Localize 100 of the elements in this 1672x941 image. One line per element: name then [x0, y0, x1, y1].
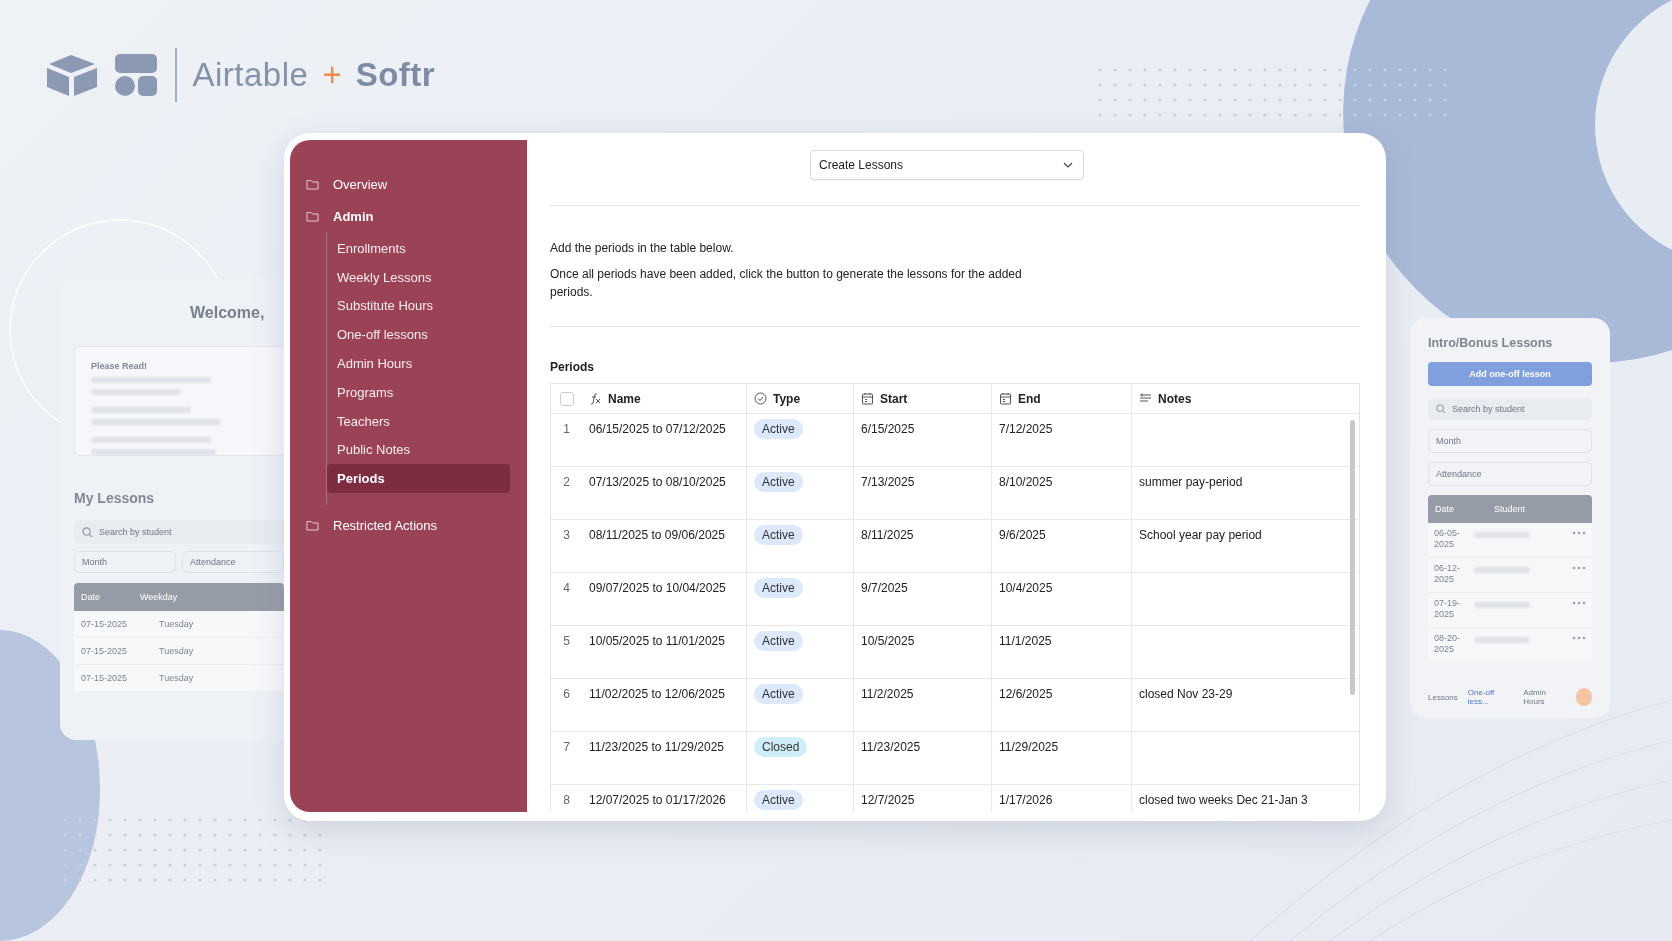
instruction-text: Once all periods have been added, click the button to generate the lessons for the added periods.	[550, 266, 1023, 301]
table-cell: 9/6/2025	[999, 528, 1046, 543]
search-field[interactable]: Search by student	[1428, 398, 1592, 420]
status-tag: Active	[754, 684, 803, 705]
status-tag: Active	[754, 578, 803, 599]
row-number: 2	[563, 475, 570, 490]
welcome-heading: Welcome,	[190, 304, 266, 322]
column-header: Date	[81, 592, 100, 602]
nav-tab[interactable]: Admin Hours	[1523, 688, 1566, 706]
table-cell: 11/02/2025 to 12/06/2025	[589, 687, 725, 702]
sidebar-item[interactable]: Weekly Lessons	[327, 262, 510, 292]
search-icon	[1436, 404, 1446, 414]
sidebar-item[interactable]: Programs	[327, 378, 510, 407]
row-number: 4	[563, 581, 570, 596]
table-cell: 10/5/2025	[861, 634, 915, 649]
sidebar-item[interactable]: Admin	[304, 200, 510, 232]
table-cell: closed two weeks Dec 21-Jan 3	[1139, 793, 1308, 808]
filter-dropdown[interactable]: Month	[74, 551, 176, 573]
table-cell: 1/17/2026	[999, 793, 1053, 808]
nav-tab[interactable]: One-off less...	[1467, 688, 1514, 706]
sidebar-item[interactable]: Public Notes	[327, 435, 510, 465]
table-cell: 10/05/2025 to 11/01/2025	[589, 634, 725, 649]
table-cell: 7/12/2025	[999, 422, 1053, 437]
folder-icon	[306, 178, 319, 190]
sidebar-item[interactable]: Enrollments	[327, 234, 510, 263]
row-number: 7	[563, 740, 570, 755]
sidebar-item[interactable]: Admin Hours	[327, 349, 510, 378]
folder-icon	[306, 210, 319, 222]
column-header: Weekday	[140, 592, 178, 602]
more-icon[interactable]	[1572, 636, 1586, 640]
sidebar-item[interactable]: Substitute Hours	[327, 291, 510, 321]
more-icon[interactable]	[1572, 531, 1586, 535]
table-cell: Tuesday	[159, 673, 194, 683]
table-title: Periods	[550, 360, 595, 375]
table-cell: 8/10/2025	[999, 475, 1053, 490]
column-header[interactable]: Type	[754, 391, 801, 406]
avatar[interactable]	[1575, 688, 1592, 706]
table-cell: summer pay-period	[1139, 475, 1243, 490]
table-cell: 11/23/2025	[861, 740, 921, 755]
column-header[interactable]: Name	[589, 391, 641, 406]
table-cell: 7/13/2025	[861, 475, 915, 490]
table-cell-text: 07-19-2025	[1434, 598, 1461, 621]
nav-tab[interactable]: Lessons	[1428, 692, 1458, 702]
status-tag: Active	[754, 472, 803, 493]
status-tag: Active	[754, 525, 803, 546]
table-cell: 11/23/2025 to 11/29/2025	[589, 740, 724, 755]
sidebar-item[interactable]: Restricted Actions	[304, 509, 510, 542]
table-cell: 9/7/2025	[861, 581, 908, 596]
filter-dropdown[interactable]: Attendance	[182, 551, 284, 573]
table-cell: 11/2/2025	[861, 687, 914, 702]
sidebar-item[interactable]: One-off lessons	[327, 320, 510, 350]
column-header[interactable]: End	[999, 391, 1041, 406]
filter-dropdown[interactable]: Month	[1428, 429, 1592, 453]
brand-name: Airtable	[192, 56, 309, 94]
scrollbar[interactable]	[1350, 420, 1355, 696]
row-number: 1	[563, 422, 570, 437]
select-all-checkbox[interactable]	[559, 391, 574, 406]
status-tag: Active	[754, 631, 803, 652]
status-tag: Active	[754, 419, 803, 440]
table-cell: 07-15-2025	[81, 619, 128, 629]
folder-icon	[306, 519, 319, 531]
column-header[interactable]: Start	[861, 391, 908, 406]
table-cell: 12/07/2025 to 01/17/2026	[589, 793, 726, 808]
sidebar-item[interactable]: Overview	[304, 168, 510, 200]
table-cell: 12/7/2025	[861, 793, 915, 808]
table-cell-text: 06-12-2025	[1434, 563, 1461, 586]
brand-name: Softr	[355, 56, 436, 94]
table-cell: 11/1/2025	[999, 634, 1052, 649]
calendar-icon	[861, 392, 874, 406]
formula-icon	[589, 392, 602, 406]
search-field[interactable]: Search by student	[74, 520, 284, 544]
table-cell: Tuesday	[159, 619, 194, 629]
table-cell: 6/15/2025	[861, 422, 915, 437]
sidebar-item[interactable]: Teachers	[327, 406, 510, 436]
column-header[interactable]: Notes	[1139, 391, 1192, 406]
table-cell: 06/15/2025 to 07/12/2025	[589, 422, 726, 437]
chevron-down-icon	[1063, 162, 1073, 168]
row-number: 8	[563, 793, 570, 808]
plus-sign: +	[322, 56, 342, 94]
blocks-logo-icon	[113, 52, 159, 98]
status-tag: Closed	[754, 737, 808, 758]
section-title: My Lessons	[74, 490, 156, 506]
table-cell: 12/6/2025	[999, 687, 1053, 702]
action-dropdown[interactable]: Create Lessons	[810, 150, 1084, 180]
table-cell: 08/11/2025 to 09/06/2025	[589, 528, 725, 543]
table-cell-text: 08-20-2025	[1434, 633, 1461, 656]
more-icon[interactable]	[1572, 601, 1586, 605]
screen-title: Intro/Bonus Lessons	[1428, 336, 1554, 350]
sidebar-item[interactable]: Periods	[327, 464, 510, 494]
search-icon	[82, 526, 93, 538]
table-cell: 10/4/2025	[999, 581, 1053, 596]
table-cell: 09/07/2025 to 10/04/2025	[589, 581, 726, 596]
more-icon[interactable]	[1572, 566, 1586, 570]
instruction-text: Add the periods in the table below.	[550, 240, 735, 257]
column-header: Student	[1494, 504, 1526, 514]
row-number: 5	[563, 634, 570, 649]
table-cell: closed Nov 23-29	[1139, 687, 1233, 702]
filter-dropdown[interactable]: Attendance	[1428, 462, 1592, 486]
cube-logo-icon	[45, 52, 99, 98]
row-number: 6	[563, 687, 570, 702]
